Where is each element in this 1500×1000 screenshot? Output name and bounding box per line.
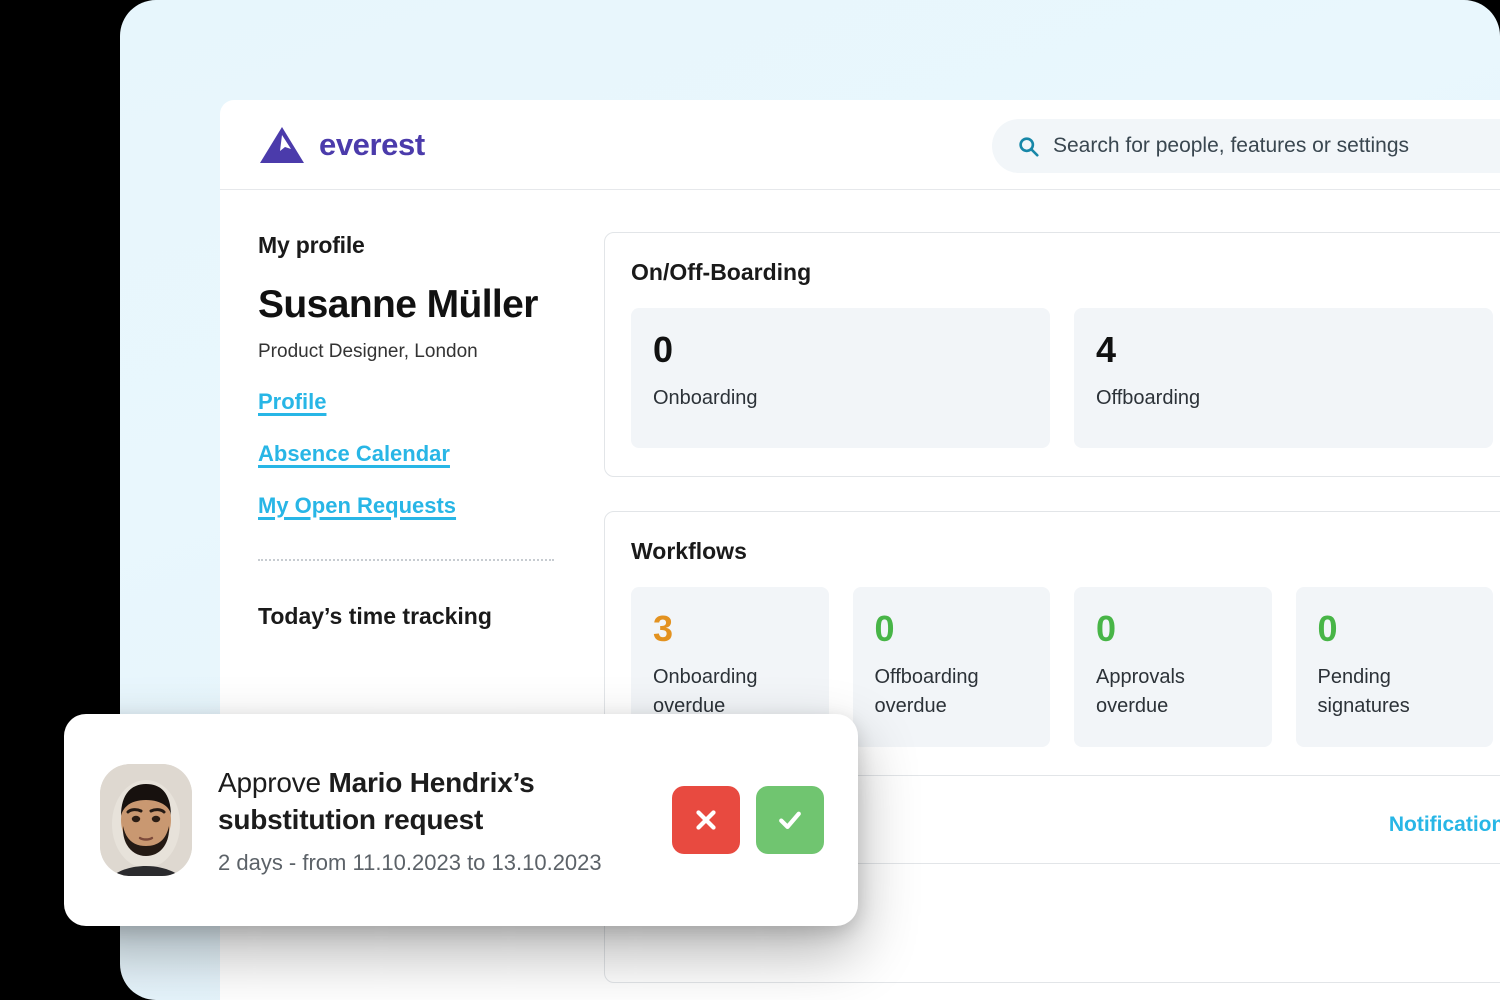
notification-text: Approve Mario Hendrix’s substitution req… bbox=[218, 764, 646, 876]
page-title: My profile bbox=[258, 232, 365, 258]
check-icon bbox=[779, 811, 801, 829]
brand-name: everest bbox=[319, 126, 425, 162]
reject-button[interactable] bbox=[672, 786, 740, 854]
notifications-link[interactable]: Notifications bbox=[1389, 813, 1500, 837]
profile-links: Profile Absence Calendar My Open Request… bbox=[258, 389, 572, 519]
search-icon bbox=[1019, 136, 1039, 157]
brand-logo[interactable]: everest bbox=[258, 125, 425, 165]
stat-tile-approvals-overdue[interactable]: 0 Approvals overdue bbox=[1074, 587, 1272, 747]
notification-meta: 2 days - from 11.10.2023 to 13.10.2023 bbox=[218, 850, 602, 876]
stat-tile-offboarding-overdue[interactable]: 0 Offboarding overdue bbox=[852, 587, 1050, 747]
time-tracking-title: Today’s time tracking bbox=[258, 603, 492, 629]
stat-label: Offboarding overdue bbox=[874, 666, 979, 717]
onboarding-tiles: 0 Onboarding 4 Offboarding bbox=[631, 308, 1493, 448]
workflows-card-title: Workflows bbox=[631, 538, 747, 564]
stat-value: 0 bbox=[1317, 608, 1338, 649]
avatar-photo bbox=[100, 764, 192, 876]
screenshot-stage: everest Search for people, features or s… bbox=[0, 0, 1500, 1000]
link-absence-calendar[interactable]: Absence Calendar bbox=[258, 441, 450, 467]
stat-label: Offboarding bbox=[1096, 387, 1201, 409]
notification-prefix: Approve bbox=[218, 766, 329, 798]
link-profile[interactable]: Profile bbox=[258, 389, 326, 415]
approval-notification-card: Approve Mario Hendrix’s substitution req… bbox=[64, 714, 858, 926]
notification-title: Approve Mario Hendrix’s substitution req… bbox=[218, 764, 646, 838]
stat-value: 0 bbox=[1096, 608, 1117, 649]
approve-button[interactable] bbox=[756, 786, 824, 854]
stat-tile-pending-signatures[interactable]: 0 Pending signatures bbox=[1295, 587, 1493, 747]
stat-label: Approvals overdue bbox=[1096, 666, 1185, 717]
mountain-icon bbox=[260, 126, 304, 163]
search-bar[interactable]: Search for people, features or settings bbox=[992, 119, 1500, 173]
stat-value: 0 bbox=[653, 329, 674, 370]
notification-actions bbox=[672, 786, 824, 854]
stat-label: Onboarding bbox=[653, 387, 758, 409]
stat-label: Pending signatures bbox=[1317, 666, 1410, 717]
link-my-open-requests[interactable]: My Open Requests bbox=[258, 493, 456, 519]
divider bbox=[258, 559, 554, 561]
stat-label: Onboarding overdue bbox=[653, 666, 758, 717]
stat-value: 4 bbox=[1096, 329, 1117, 370]
app-header: everest Search for people, features or s… bbox=[220, 100, 1500, 190]
close-icon bbox=[696, 810, 716, 830]
avatar bbox=[100, 764, 192, 876]
onboarding-card-title: On/Off-Boarding bbox=[631, 259, 812, 285]
profile-name: Susanne Müller bbox=[258, 283, 538, 326]
stat-value: 3 bbox=[653, 608, 674, 649]
stat-tile-offboarding[interactable]: 4 Offboarding bbox=[1074, 308, 1493, 448]
stat-value: 0 bbox=[874, 608, 895, 649]
search-input[interactable]: Search for people, features or settings bbox=[1053, 134, 1409, 158]
stat-tile-onboarding[interactable]: 0 Onboarding bbox=[631, 308, 1050, 448]
profile-role: Product Designer, London bbox=[258, 341, 478, 362]
onboarding-card: On/Off-Boarding 0 Onboarding 4 Offboardi… bbox=[604, 232, 1500, 477]
